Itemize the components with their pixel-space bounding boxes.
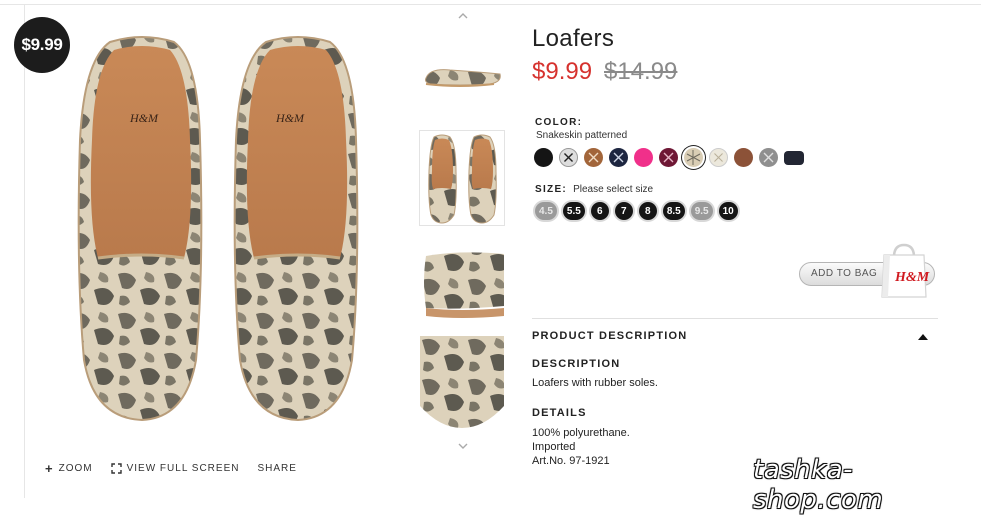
thumbnail-top-view[interactable]	[419, 130, 505, 226]
shoe-brand-logo: H&M	[275, 111, 305, 125]
details-title: DETAILS	[532, 407, 587, 419]
product-description-header[interactable]: PRODUCT DESCRIPTION	[532, 330, 687, 342]
size-options: 4.5 5.5 6 7 8 8.5 9.5 10	[535, 202, 738, 220]
thumbnail-down-arrow-icon[interactable]	[457, 442, 469, 450]
swatch-dark-navy[interactable]	[784, 151, 804, 165]
color-swatches	[534, 148, 804, 167]
right-shoe: H&M	[233, 36, 359, 422]
swatch-black[interactable]	[534, 148, 553, 167]
site-watermark: tashka-shop.com	[753, 455, 884, 515]
swatch-grey-pattern[interactable]	[759, 148, 778, 167]
thumbnail-toe-closeup[interactable]	[420, 336, 504, 430]
swatch-brown[interactable]	[734, 148, 753, 167]
thumbnail-up-arrow-icon[interactable]	[457, 12, 469, 20]
swatch-snakeskin[interactable]	[684, 148, 703, 167]
swatch-pink[interactable]	[634, 148, 653, 167]
details-line: Art.No. 97-1921	[532, 455, 610, 467]
top-divider	[0, 4, 981, 5]
details-line: 100% polyurethane.	[532, 427, 630, 439]
description-title: DESCRIPTION	[532, 358, 621, 370]
collapse-triangle-icon[interactable]	[918, 334, 928, 340]
image-tools: + ZOOM VIEW FULL SCREEN SHARE	[45, 460, 297, 476]
zoom-label: ZOOM	[58, 463, 93, 474]
size-hint: Please select size	[573, 184, 654, 195]
full-screen-label: VIEW FULL SCREEN	[126, 463, 240, 474]
price-badge: $9.99	[14, 17, 70, 73]
size-option-6[interactable]: 6	[590, 202, 609, 220]
size-option-7[interactable]: 7	[614, 202, 633, 220]
description-text: Loafers with rubber soles.	[532, 377, 658, 389]
product-title: Loafers	[532, 25, 615, 52]
swatch-navy-pattern[interactable]	[609, 148, 628, 167]
swatch-black-white-pattern[interactable]	[559, 148, 578, 167]
description-divider	[532, 318, 938, 319]
swatch-burgundy-pattern[interactable]	[659, 148, 678, 167]
share-button[interactable]: SHARE	[257, 463, 296, 474]
view-full-screen-button[interactable]: VIEW FULL SCREEN	[110, 463, 240, 474]
size-option-8[interactable]: 8	[638, 202, 657, 220]
plus-icon: +	[45, 460, 54, 476]
left-divider	[24, 5, 25, 498]
swatch-light-pattern[interactable]	[709, 148, 728, 167]
zoom-button[interactable]: + ZOOM	[45, 460, 93, 476]
size-option-9-5[interactable]: 9.5	[690, 202, 713, 220]
bag-brand-logo: H&M	[894, 270, 930, 285]
current-price: $9.99	[532, 58, 593, 85]
color-label: COLOR:	[535, 117, 583, 128]
selected-color-name: Snakeskin patterned	[536, 130, 628, 141]
fullscreen-icon	[110, 463, 122, 474]
swatch-tan-pattern[interactable]	[584, 148, 603, 167]
main-product-image[interactable]: H&M H&M	[70, 30, 370, 430]
details-line: Imported	[532, 441, 576, 453]
original-price: $14.99	[604, 58, 678, 85]
size-option-8-5[interactable]: 8.5	[662, 202, 685, 220]
size-option-5-5[interactable]: 5.5	[562, 202, 585, 220]
size-label: SIZE:	[535, 184, 568, 195]
left-shoe: H&M	[77, 36, 203, 422]
thumbnail-side-view[interactable]	[420, 28, 504, 122]
shopping-bag-icon[interactable]: H&M	[878, 243, 930, 299]
size-option-10[interactable]: 10	[718, 202, 738, 220]
thumbnail-heel-view[interactable]	[420, 236, 504, 330]
size-option-4-5[interactable]: 4.5	[535, 202, 557, 220]
shoe-brand-logo: H&M	[129, 111, 159, 125]
share-label: SHARE	[257, 463, 297, 474]
size-selector-header: SIZE: Please select size	[535, 184, 653, 195]
